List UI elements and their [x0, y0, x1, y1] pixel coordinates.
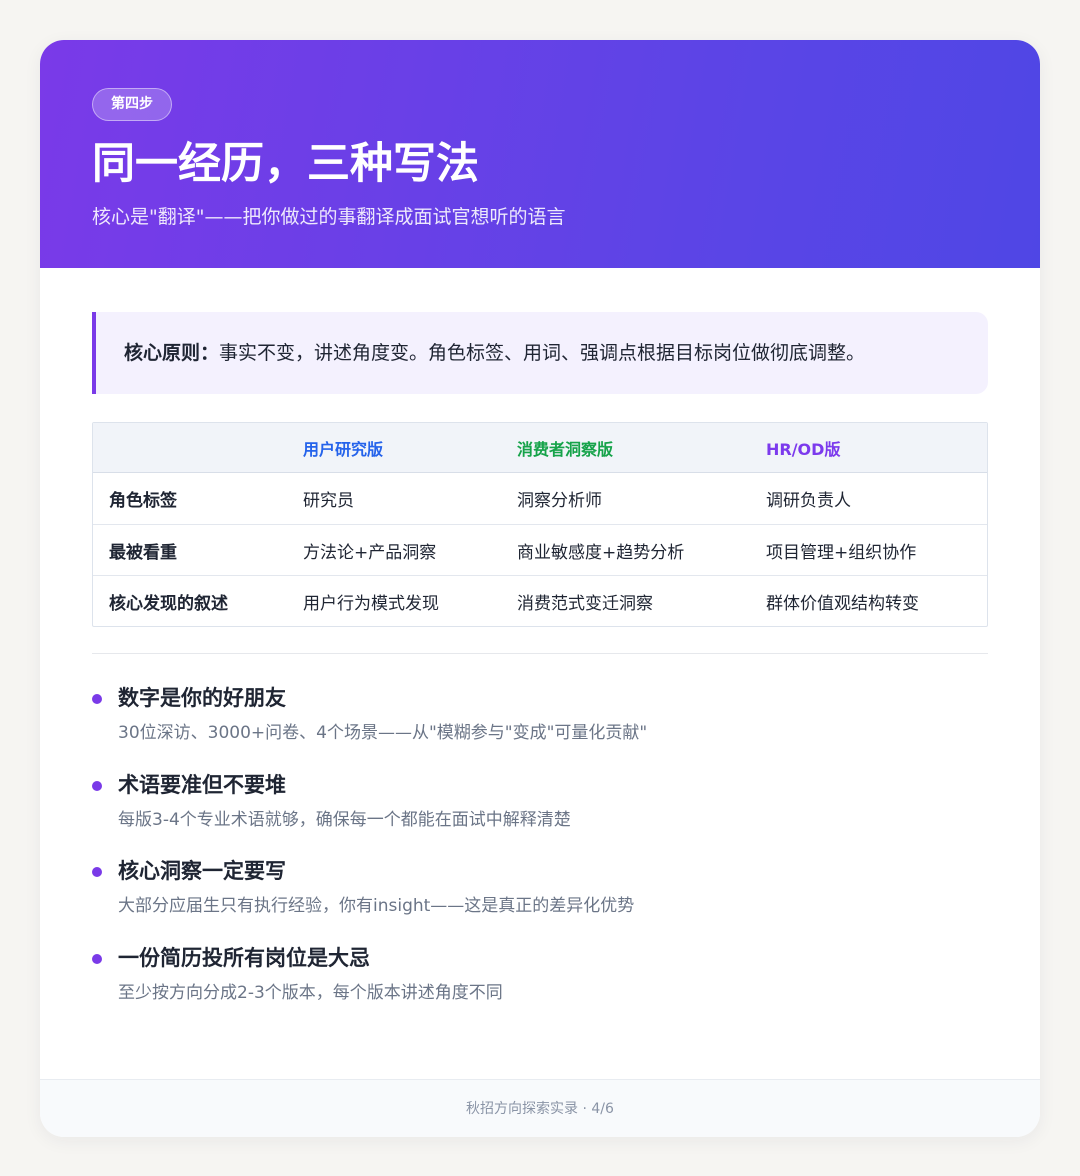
callout-text: 事实不变，讲述角度变。角色标签、用词、强调点根据目标岗位做彻底调整。 — [219, 342, 866, 364]
section-divider — [92, 653, 988, 654]
list-item: 术语要准但不要堆 每版3-4个专业术语就够，确保每一个都能在面试中解释清楚 — [92, 769, 988, 856]
tips-list: 数字是你的好朋友 30位深访、3000+问卷、4个场景——从"模糊参与"变成"可… — [92, 682, 988, 1028]
page-title: 同一经历，三种写法 — [92, 139, 479, 189]
tip-description: 至少按方向分成2-3个版本，每个版本讲述角度不同 — [118, 982, 503, 1003]
bullet-dot-icon — [92, 867, 102, 877]
content-card: 第四步 同一经历，三种写法 核心是"翻译"——把你做过的事翻译成面试官想听的语言… — [40, 40, 1040, 1137]
tip-title: 一份简历投所有岗位是大忌 — [118, 945, 370, 970]
table-cell: 调研负责人 — [766, 491, 851, 511]
table-header-hr-od: HR/OD版 — [766, 439, 841, 459]
bullet-dot-icon — [92, 694, 102, 704]
table-cell: 方法论+产品洞察 — [303, 542, 437, 563]
callout-label: 核心原则： — [124, 342, 220, 364]
bullet-dot-icon — [92, 953, 102, 964]
tip-description: 大部分应届生只有执行经验，你有insight——这是真正的差异化优势 — [118, 896, 635, 916]
table-header-row: 用户研究版 消费者洞察版 HR/OD版 — [93, 423, 987, 473]
table-cell: 项目管理+组织协作 — [766, 542, 917, 563]
table-cell: 洞察分析师 — [517, 491, 602, 511]
list-item: 核心洞察一定要写 大部分应届生只有执行经验，你有insight——这是真正的差异… — [92, 855, 988, 942]
table-row: 最被看重 方法论+产品洞察 商业敏感度+趋势分析 项目管理+组织协作 — [93, 524, 987, 575]
table-cell: 消费范式变迁洞察 — [517, 593, 653, 614]
list-item: 数字是你的好朋友 30位深访、3000+问卷、4个场景——从"模糊参与"变成"可… — [92, 682, 988, 769]
page-subtitle: 核心是"翻译"——把你做过的事翻译成面试官想听的语言 — [92, 206, 566, 228]
table-cell: 用户行为模式发现 — [303, 593, 439, 614]
tip-description: 30位深访、3000+问卷、4个场景——从"模糊参与"变成"可量化贡献" — [118, 723, 648, 743]
bullet-dot-icon — [92, 780, 102, 791]
table-row: 核心发现的叙述 用户行为模式发现 消费范式变迁洞察 群体价值观结构转变 — [93, 575, 987, 626]
table-header-consumer-insight: 消费者洞察版 — [517, 439, 614, 459]
header-banner: 第四步 同一经历，三种写法 核心是"翻译"——把你做过的事翻译成面试官想听的语言 — [40, 40, 1040, 268]
table-cell: 商业敏感度+趋势分析 — [517, 542, 685, 563]
list-item: 一份简历投所有岗位是大忌 至少按方向分成2-3个版本，每个版本讲述角度不同 — [92, 942, 988, 1029]
table-cell: 群体价值观结构转变 — [766, 593, 919, 614]
table-cell: 研究员 — [303, 491, 354, 511]
tip-description: 每版3-4个专业术语就够，确保每一个都能在面试中解释清楚 — [118, 809, 571, 830]
step-badge: 第四步 — [92, 88, 172, 121]
page-footer: 秋招方向探索实录 · 4/6 — [40, 1079, 1040, 1137]
row-label: 核心发现的叙述 — [109, 593, 228, 614]
table-header-user-research: 用户研究版 — [303, 439, 384, 459]
row-label: 最被看重 — [109, 542, 177, 563]
tip-title: 核心洞察一定要写 — [118, 859, 286, 883]
tip-title: 数字是你的好朋友 — [118, 686, 286, 710]
tip-title: 术语要准但不要堆 — [118, 772, 286, 797]
principle-callout: 核心原则：事实不变，讲述角度变。角色标签、用词、强调点根据目标岗位做彻底调整。 — [92, 312, 988, 394]
table-row: 角色标签 研究员 洞察分析师 调研负责人 — [93, 473, 987, 524]
row-label: 角色标签 — [109, 491, 177, 511]
comparison-table: 用户研究版 消费者洞察版 HR/OD版 角色标签 研究员 洞察分析师 调研负责人… — [92, 422, 988, 627]
